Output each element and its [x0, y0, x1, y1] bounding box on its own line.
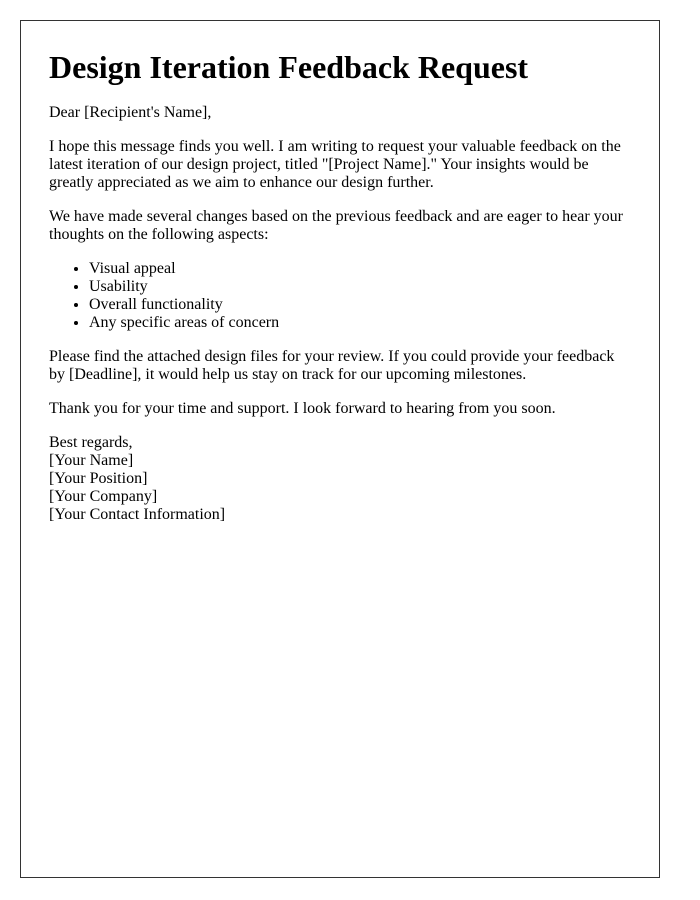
signature-position: [Your Position]: [49, 470, 148, 487]
signature-name: [Your Name]: [49, 452, 134, 469]
list-item: Overall functionality: [89, 296, 631, 314]
thanks-paragraph: Thank you for your time and support. I l…: [49, 400, 556, 417]
signature-company: [Your Company]: [49, 488, 158, 505]
letter-page: Design Iteration Feedback Request Dear […: [20, 20, 660, 878]
letter-title: Design Iteration Feedback Request: [49, 49, 529, 85]
attachment-paragraph: Please find the attached design files fo…: [49, 348, 615, 383]
changes-paragraph: We have made several changes based on th…: [49, 208, 623, 243]
signature-contact: [Your Contact Information]: [49, 506, 226, 523]
list-item: Any specific areas of concern: [89, 314, 631, 332]
intro-paragraph: I hope this message finds you well. I am…: [49, 138, 621, 191]
list-item: Visual appeal: [89, 260, 631, 278]
signature-block: Best regards, [Your Name] [Your Position…: [49, 434, 631, 524]
aspects-list: Visual appeal Usability Overall function…: [49, 260, 631, 332]
list-item: Usability: [89, 278, 631, 296]
signature-closing: Best regards,: [49, 434, 133, 451]
greeting: Dear [Recipient's Name],: [49, 104, 212, 121]
